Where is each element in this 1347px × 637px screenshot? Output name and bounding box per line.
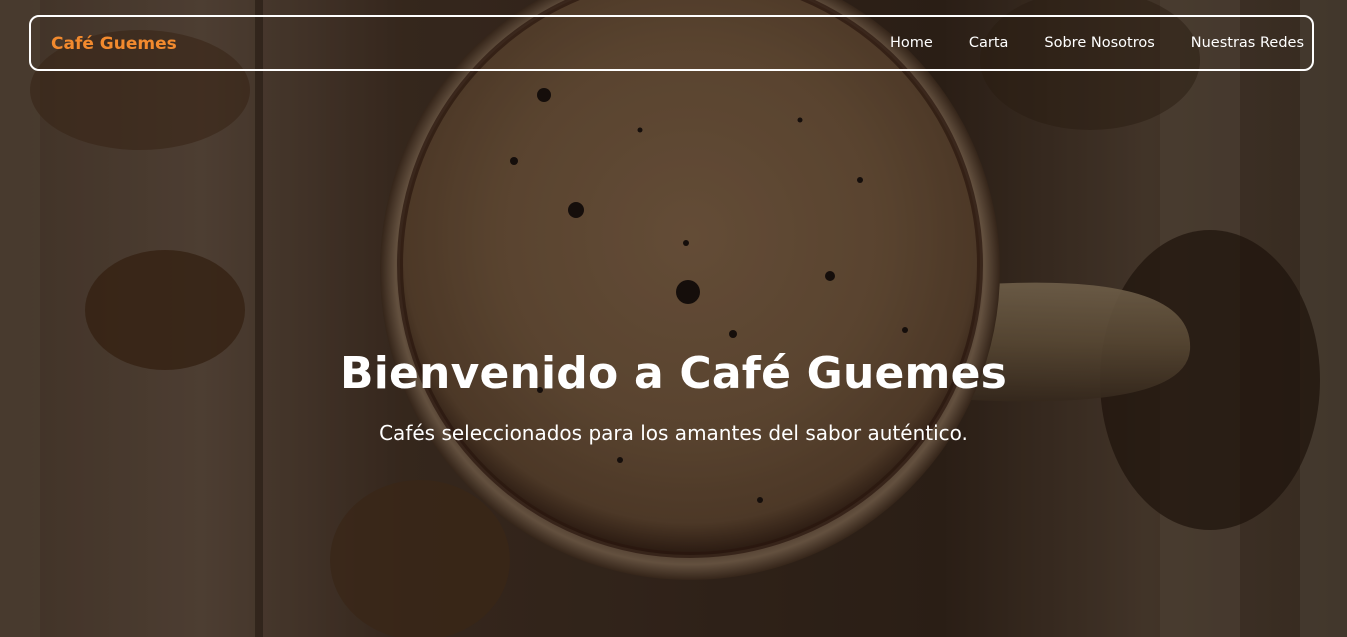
nav-link-home[interactable]: Home [890, 35, 933, 51]
nav-link-nuestras-redes[interactable]: Nuestras Redes [1191, 35, 1304, 51]
hero-title: Bienvenido a Café Guemes [339, 348, 1007, 399]
brand-logo-link[interactable]: Café Guemes [51, 34, 177, 54]
hero-section: Café Guemes Home Carta Sobre Nosotros Nu… [0, 0, 1347, 637]
hero-text-block: Bienvenido a Café Guemes Cafés seleccion… [0, 348, 1347, 445]
nav-link-sobre-nosotros[interactable]: Sobre Nosotros [1044, 35, 1154, 51]
nav-links: Home Carta Sobre Nosotros Nuestras Redes [890, 35, 1304, 51]
coffee-background-image [0, 0, 1347, 637]
nav-link-carta[interactable]: Carta [969, 35, 1009, 51]
top-navbar: Café Guemes Home Carta Sobre Nosotros Nu… [29, 15, 1314, 71]
hero-subtitle: Cafés seleccionados para los amantes del… [379, 421, 968, 445]
